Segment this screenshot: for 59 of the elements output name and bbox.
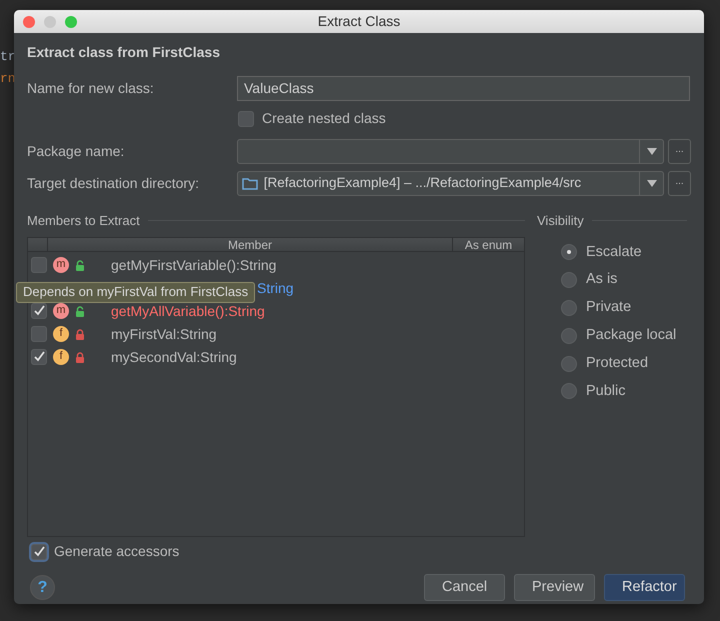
dialog-button[interactable]: Cancel [424,574,505,601]
checkbox[interactable] [238,110,254,126]
minimize-button[interactable] [44,16,56,28]
help-button[interactable]: ? [30,575,55,600]
package-name-field[interactable] [236,139,664,164]
member-checkbox[interactable] [31,349,47,365]
dropdown-arrow-icon [646,148,657,155]
checkbox-label: Generate accessors [54,542,180,561]
radio-label: Protected [586,354,648,373]
radio-button[interactable] [561,328,577,344]
member-type-badge: f [53,326,69,342]
dialog-button[interactable]: Preview [514,574,595,601]
dialog-heading: Extract class from FirstClass [27,43,221,62]
radio-label: Public [586,382,626,400]
member-name: myFirstVal:String [111,324,217,344]
member-checkbox[interactable] [31,326,47,342]
field-label: Package name: [27,142,126,161]
dropdown-arrow-icon [646,180,657,187]
radio-label: Escalate [586,242,642,262]
directory-value: [RefactoringExample4] – .../RefactoringExample4/src [264,174,582,192]
member-type-badge: m [53,257,69,273]
member-name: mySecondVal:String [111,348,237,367]
radio-button[interactable] [561,383,577,400]
radio-label: Package local [586,326,676,345]
field-label: Name for new class: [27,79,155,98]
class-name-field[interactable]: ValueClass [237,76,690,101]
radio-button[interactable] [561,244,577,260]
close-button[interactable] [23,16,35,28]
tooltip: Depends on myFirstVal from FirstClass [16,282,256,302]
folder-icon [242,177,258,190]
browse-button[interactable]: ... [668,171,692,196]
target-directory-field[interactable]: [RefactoringExample4] – .../RefactoringExample4/src [236,171,664,196]
member-name: getMyAllVariable():String [111,302,265,321]
member-type-badge: m [53,303,69,319]
member-name: getMyFirstVariable():String [111,256,276,275]
section-title: Members to Extract [27,212,140,230]
radio-button[interactable] [561,356,577,372]
field-label: Target destination directory: [27,174,200,193]
maximize-button[interactable] [65,16,77,28]
radio-button[interactable] [561,300,577,316]
checkmark-icon [33,546,45,558]
member-checkbox[interactable] [31,303,47,319]
section-title: Visibility [537,212,584,230]
radio-label: As is [586,270,618,290]
column-header[interactable]: As enum [453,238,524,250]
browse-button[interactable]: ... [668,139,692,164]
window-title: Extract Class [318,12,400,31]
code-line: tr [0,48,16,66]
default-button[interactable]: Refactor [604,574,685,601]
checkbox-label: Create nested class [262,109,386,128]
checkmark-icon [33,305,45,317]
member-name: String [257,278,294,298]
member-checkbox[interactable] [31,257,47,273]
column-header[interactable]: Member [48,238,453,250]
radio-label: Private [586,298,632,318]
radio-button[interactable] [561,272,577,288]
checkbox[interactable] [31,544,47,560]
checkmark-icon [33,351,45,363]
member-type-badge: f [53,349,69,365]
